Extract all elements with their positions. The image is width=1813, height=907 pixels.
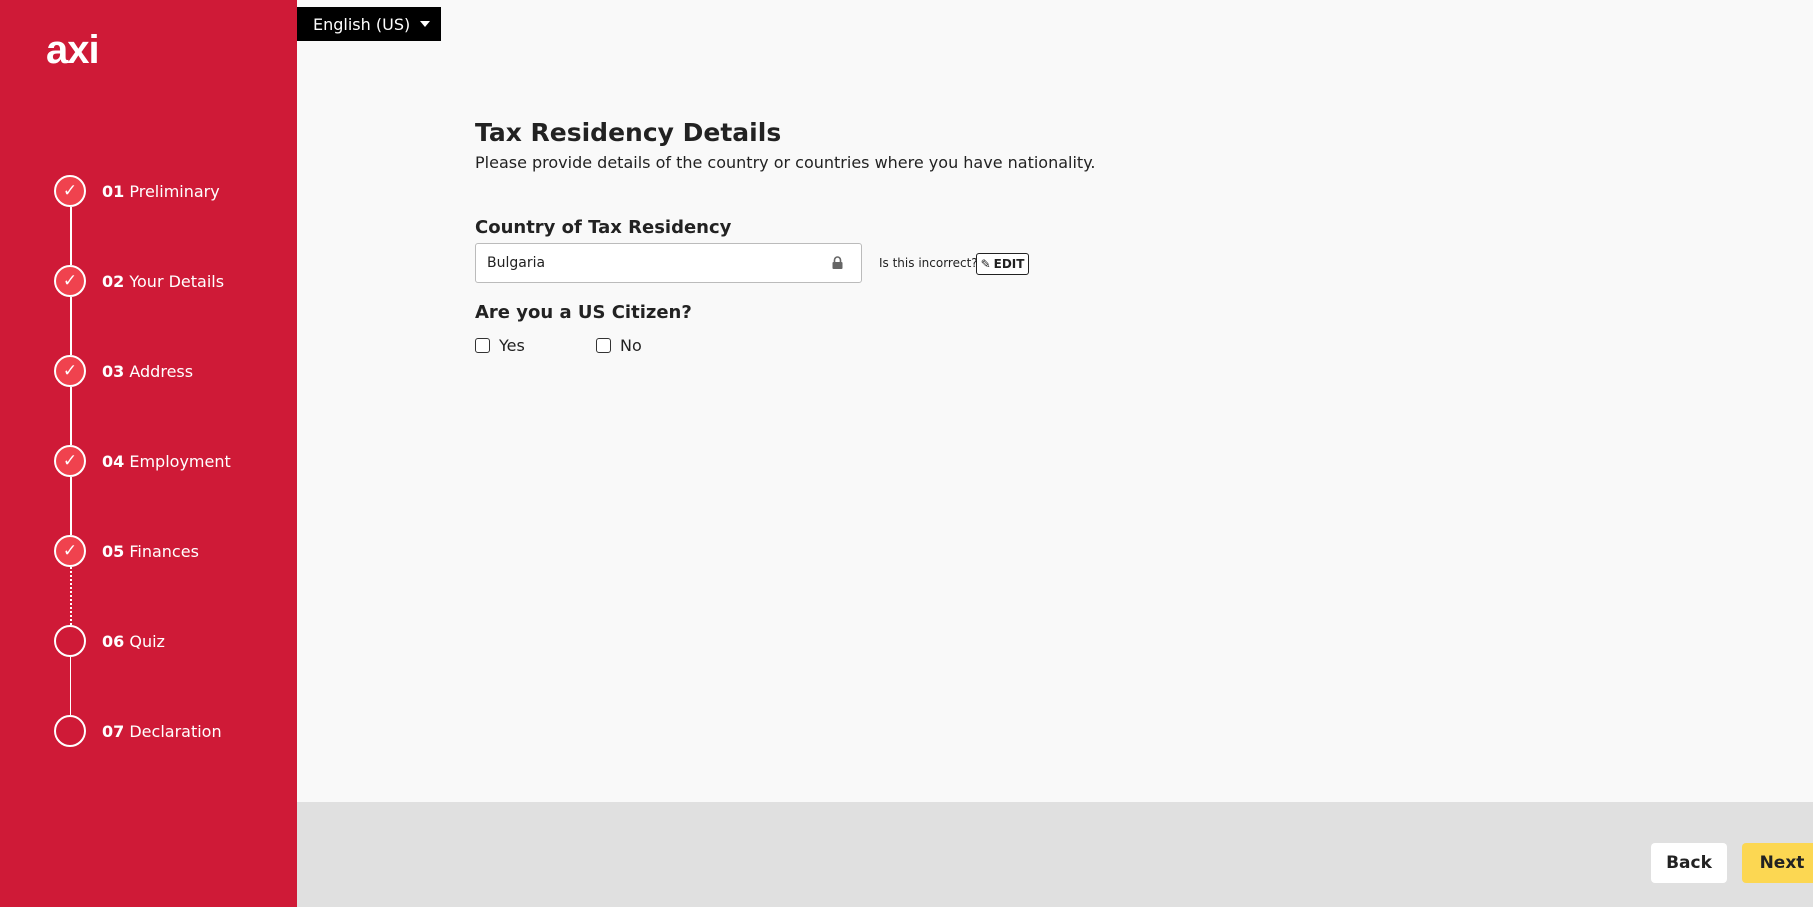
check-icon: ✓	[54, 265, 86, 297]
check-icon: ✓	[54, 445, 86, 477]
yes-label: Yes	[499, 336, 525, 355]
edit-button[interactable]: ✎ EDIT	[976, 253, 1029, 275]
pencil-icon: ✎	[980, 257, 991, 271]
step-finances: ✓ 05 Finances	[54, 534, 199, 568]
language-label: English (US)	[313, 14, 411, 34]
country-label: Country of Tax Residency	[475, 217, 732, 238]
country-value: Bulgaria	[487, 255, 546, 271]
step-connector	[70, 387, 72, 445]
page-title: Tax Residency Details	[475, 118, 782, 147]
us-citizen-no-checkbox[interactable]: No	[596, 336, 642, 355]
step-label: Your Details	[129, 271, 225, 291]
no-label: No	[620, 336, 642, 355]
empty-circle-icon	[54, 625, 86, 657]
step-number: 05	[102, 541, 125, 561]
step-employment: ✓ 04 Employment	[54, 444, 231, 478]
step-label: Quiz	[129, 631, 165, 651]
checkbox-box[interactable]	[596, 338, 611, 353]
step-declaration: 07 Declaration	[54, 714, 222, 748]
step-quiz: 06 Quiz	[54, 624, 165, 658]
step-number: 01	[102, 181, 125, 201]
step-label: Finances	[129, 541, 199, 561]
footer-bar	[297, 802, 1813, 907]
language-selector[interactable]: English (US)	[297, 7, 441, 41]
empty-circle-icon	[54, 715, 86, 747]
step-address: ✓ 03 Address	[54, 354, 193, 388]
next-button[interactable]: Next	[1742, 843, 1813, 883]
lock-icon	[832, 256, 843, 269]
back-button[interactable]: Back	[1651, 843, 1727, 883]
check-icon: ✓	[54, 355, 86, 387]
step-number: 03	[102, 361, 125, 381]
step-label: Declaration	[129, 721, 222, 741]
check-icon: ✓	[54, 175, 86, 207]
sidebar: axi ✓ 01 Preliminary ✓ 02 Your Details ✓…	[0, 0, 297, 907]
us-citizen-label: Are you a US Citizen?	[475, 302, 692, 323]
step-number: 06	[102, 631, 125, 651]
step-label: Employment	[129, 451, 231, 471]
step-connector	[70, 207, 72, 265]
step-preliminary: ✓ 01 Preliminary	[54, 174, 220, 208]
check-icon: ✓	[54, 535, 86, 567]
caret-down-icon	[420, 21, 431, 27]
step-connector	[70, 567, 72, 625]
axi-logo: axi	[46, 28, 100, 72]
step-connector	[70, 657, 71, 715]
step-connector	[70, 477, 72, 535]
step-label: Preliminary	[129, 181, 220, 201]
page-subtitle: Please provide details of the country or…	[475, 153, 1096, 172]
step-number: 04	[102, 451, 125, 471]
step-number: 07	[102, 721, 125, 741]
step-number: 02	[102, 271, 125, 291]
checkbox-box[interactable]	[475, 338, 490, 353]
step-connector	[70, 297, 72, 355]
step-label: Address	[129, 361, 194, 381]
step-your-details: ✓ 02 Your Details	[54, 264, 224, 298]
incorrect-prompt: Is this incorrect?	[879, 256, 978, 270]
edit-label: EDIT	[993, 257, 1025, 271]
country-field: Bulgaria	[475, 243, 862, 283]
us-citizen-yes-checkbox[interactable]: Yes	[475, 336, 525, 355]
